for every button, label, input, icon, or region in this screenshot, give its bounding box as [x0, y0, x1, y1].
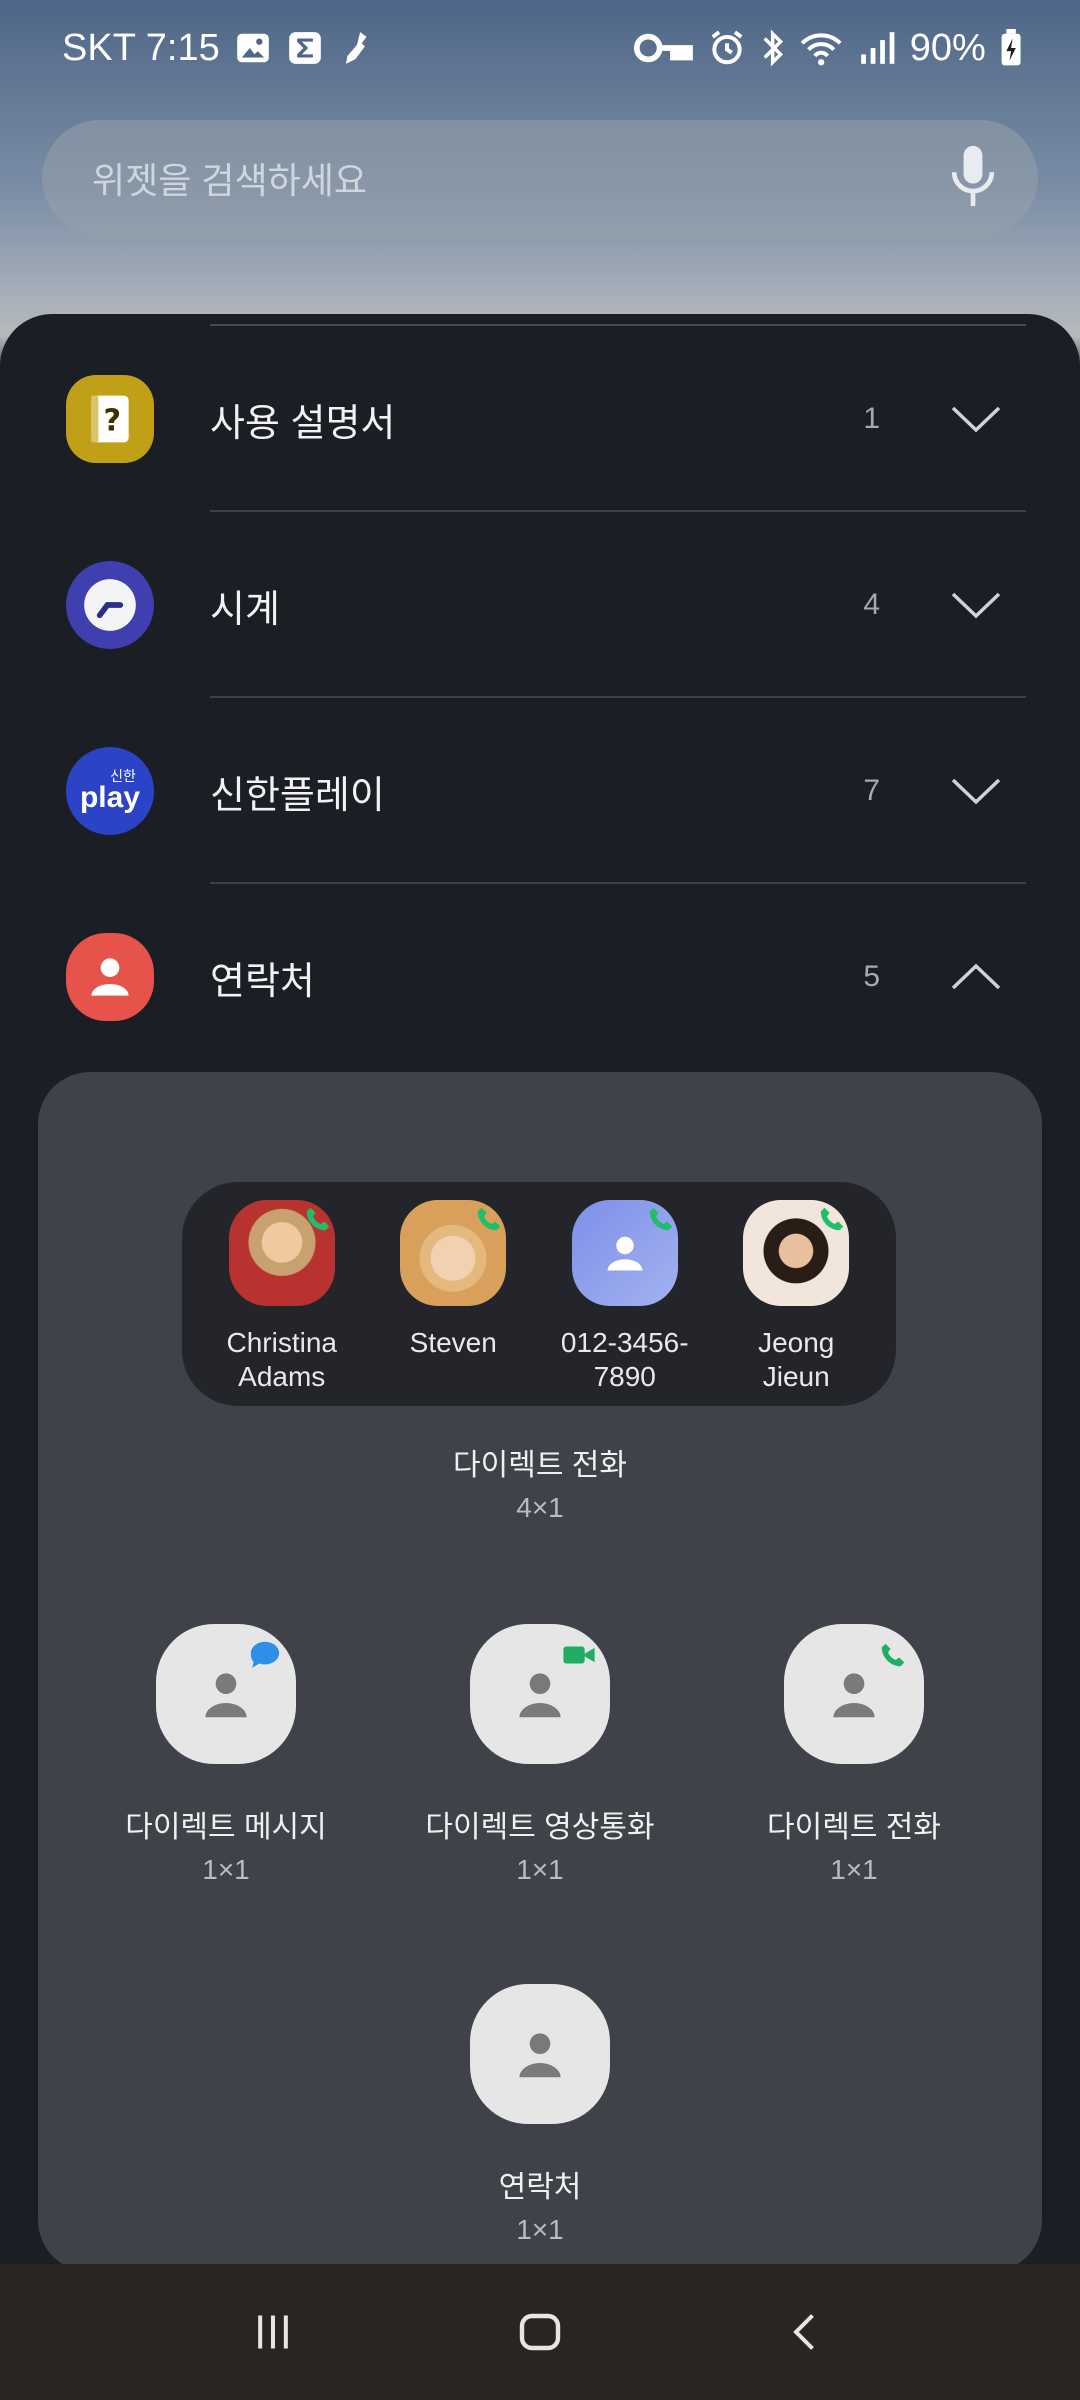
phone-icon	[306, 1207, 329, 1231]
widget-count: 1	[863, 402, 880, 435]
contact-person-icon	[519, 1673, 561, 1718]
contact-photo	[743, 1200, 850, 1306]
navigation-bar	[0, 2264, 1080, 2400]
carrier-time: SKT 7:15	[62, 26, 220, 69]
contact-photo	[228, 1200, 335, 1306]
shinhan-play-icon: 신한 play	[66, 747, 154, 835]
svg-text:?: ?	[104, 404, 122, 439]
contacts-widgets-area: Christina Adams Steven 012-3456- 7890 Je…	[38, 1072, 1042, 2264]
widget-title: 다이렉트 메시지	[125, 1811, 327, 1844]
recent-apps-button[interactable]	[233, 2292, 313, 2372]
widget-title: 다이렉트 전화	[767, 1811, 941, 1844]
phone-icon	[881, 1643, 905, 1667]
battery-percentage: 90%	[909, 26, 986, 69]
widget-title: 다이렉트 영상통화	[425, 1811, 655, 1844]
signal-icon	[858, 28, 896, 68]
message-bubble-icon	[250, 1641, 280, 1668]
contact-item[interactable]: Jeong Jieun	[711, 1200, 883, 1406]
battery-charging-icon	[1000, 28, 1022, 68]
widget-size: 1×1	[516, 2214, 564, 2245]
widget-list-panel[interactable]: ? 사용 설명서 1 시계 4 신한 play 신한플레이 7 연락처 5 Ch…	[0, 314, 1080, 2264]
app-row-contacts[interactable]: 연락처 5	[0, 884, 1080, 1070]
contact-item[interactable]: 012-3456- 7890	[539, 1200, 711, 1406]
contact-name-line1: Jeong	[758, 1327, 835, 1358]
direct-message-widget-preview[interactable]	[156, 1624, 296, 1764]
widget-caption: 다이렉트 메시지 1×1	[86, 1802, 366, 1886]
contact-name-line2: 7890	[593, 1361, 656, 1392]
widget-caption: 다이렉트 전화 4×1	[38, 1440, 1042, 1524]
contact-name: 012-3456- 7890	[561, 1326, 689, 1394]
app-name: 시계	[210, 588, 280, 631]
status-right: 90%	[633, 27, 1022, 70]
direct-call-4x1-widget-preview[interactable]: Christina Adams Steven 012-3456- 7890 Je…	[182, 1182, 896, 1406]
widget-size: 1×1	[516, 1854, 564, 1885]
status-left: SKT 7:15	[62, 27, 376, 70]
contact-name-line1: 012-3456-	[560, 1327, 689, 1358]
video-camera-icon	[563, 1646, 595, 1664]
contact-photo	[400, 1200, 507, 1306]
widget-caption: 연락처 1×1	[390, 2162, 690, 2246]
contact-default-avatar	[571, 1200, 678, 1306]
widget-title: 다이렉트 전화	[453, 1449, 627, 1482]
widget-title: 연락처	[498, 2171, 582, 2204]
phone-icon	[478, 1207, 501, 1231]
widget-search-bar[interactable]: 위젯을 검색하세요	[42, 120, 1038, 236]
contact-name-line2: Adams	[238, 1361, 326, 1392]
contact-person-icon	[519, 2033, 561, 2078]
direct-video-call-widget-preview[interactable]	[470, 1624, 610, 1764]
contact-person-icon	[205, 1673, 247, 1718]
recent-apps-icon	[258, 2315, 289, 2349]
manual-icon: ?	[66, 375, 154, 463]
contact-name: Jeong Jieun	[758, 1326, 834, 1394]
app-name: 연락처	[210, 960, 315, 1003]
chevron-down-icon[interactable]	[950, 776, 1002, 806]
app-row-shinhan-play[interactable]: 신한 play 신한플레이 7	[0, 698, 1080, 884]
contact-item[interactable]: Christina Adams	[196, 1200, 368, 1406]
direct-call-widget-preview[interactable]	[784, 1624, 924, 1764]
contacts-icon	[66, 933, 154, 1021]
widget-count: 7	[863, 774, 880, 807]
chevron-up-icon[interactable]	[950, 962, 1002, 992]
gallery-notification-icon	[234, 28, 272, 68]
contact-name-line1: Christina	[226, 1327, 337, 1358]
search-placeholder: 위젯을 검색하세요	[92, 160, 367, 201]
sigma-notification-icon	[286, 28, 324, 68]
logo-text-main: play	[79, 781, 141, 814]
home-button[interactable]	[500, 2292, 580, 2372]
alarm-icon	[708, 28, 746, 68]
phone-icon	[821, 1207, 844, 1231]
back-icon	[792, 2314, 814, 2350]
widget-caption: 다이렉트 영상통화 1×1	[390, 1802, 690, 1886]
widget-size: 1×1	[202, 1854, 250, 1885]
chevron-down-icon[interactable]	[950, 590, 1002, 620]
back-button[interactable]	[767, 2292, 847, 2372]
vpn-key-icon	[633, 28, 694, 68]
chevron-down-icon[interactable]	[950, 404, 1002, 434]
app-name: 사용 설명서	[210, 402, 396, 445]
widget-size: 4×1	[516, 1492, 564, 1523]
phone-icon	[649, 1207, 672, 1231]
contacts-widget-preview[interactable]	[470, 1984, 610, 2124]
wifi-icon	[799, 28, 843, 68]
home-icon	[519, 2313, 561, 2351]
shoe-notification-icon	[338, 28, 376, 68]
contact-name: Steven	[410, 1326, 497, 1360]
bluetooth-icon	[760, 28, 785, 68]
contact-name-line2: Jieun	[762, 1361, 830, 1392]
microphone-icon[interactable]	[950, 144, 996, 213]
clock-icon	[66, 561, 154, 649]
contact-person-icon	[833, 1673, 875, 1718]
contact-item[interactable]: Steven	[368, 1200, 540, 1406]
app-row-manual[interactable]: ? 사용 설명서 1	[0, 326, 1080, 512]
contact-name: Christina Adams	[227, 1326, 337, 1394]
widget-size: 1×1	[830, 1854, 878, 1885]
widget-count: 5	[863, 960, 880, 993]
contact-name-line1: Steven	[409, 1327, 497, 1358]
status-bar: SKT 7:15 90%	[0, 0, 1080, 96]
app-name: 신한플레이	[210, 774, 385, 817]
app-row-clock[interactable]: 시계 4	[0, 512, 1080, 698]
widget-caption: 다이렉트 전화 1×1	[714, 1802, 994, 1886]
widget-count: 4	[863, 588, 880, 621]
